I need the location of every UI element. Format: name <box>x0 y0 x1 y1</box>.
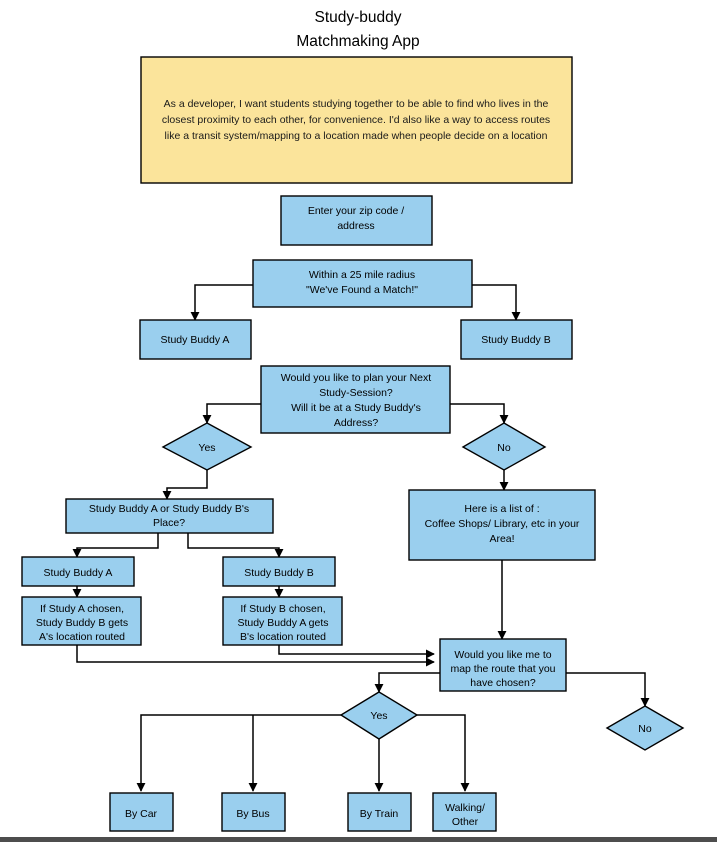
footer-divider <box>0 837 717 842</box>
user-story-note: As a developer, I want students studying… <box>140 56 573 184</box>
node-yes-plan-label: Yes <box>198 442 215 454</box>
node-no-route-label: No <box>638 723 652 735</box>
node-yes-route-label: Yes <box>370 710 387 722</box>
connector-if-b-to-map-route <box>278 645 435 659</box>
connector-yes-route-to-by-car <box>136 714 341 792</box>
connector-plan-to-no <box>450 403 509 424</box>
node-if-study-a-chosen-line-3: A's location routed <box>39 631 125 643</box>
connector-radius-to-buddy-a <box>190 284 253 321</box>
node-if-study-b-chosen[interactable]: If Study B chosen, Study Buddy A gets B'… <box>222 596 343 646</box>
node-list-of-places-line-1: Here is a list of : <box>464 503 539 515</box>
connector-map-route-to-yes <box>374 672 440 693</box>
node-plan-session[interactable]: Would you like to plan your Next Study-S… <box>260 365 451 434</box>
page-title: Study-buddy Matchmaking App <box>296 9 419 50</box>
node-no-plan[interactable]: No <box>461 422 547 471</box>
node-walking-other-line-1: Walking/ <box>445 802 485 814</box>
flowchart-canvas: Study-buddy Matchmaking App As a develop… <box>0 9 717 842</box>
node-plan-session-line-4: Address? <box>334 417 379 429</box>
node-no-plan-label: No <box>497 442 511 454</box>
node-walking-other-line-2: Other <box>452 816 479 828</box>
node-if-study-b-chosen-line-1: If Study B chosen, <box>240 603 325 615</box>
node-no-route[interactable]: No <box>605 705 685 751</box>
node-yes-route[interactable]: Yes <box>339 691 419 740</box>
node-plan-session-line-1: Would you like to plan your Next <box>281 372 431 384</box>
title-line-1: Study-buddy <box>314 9 401 26</box>
node-list-of-places-line-3: Area! <box>489 533 514 545</box>
node-map-route[interactable]: Would you like me to map the route that … <box>439 638 567 692</box>
node-if-study-a-chosen-line-2: Study Buddy B gets <box>36 617 128 629</box>
node-by-car[interactable]: By Car <box>109 792 174 832</box>
connector-plan-to-yes <box>202 403 261 424</box>
node-by-bus[interactable]: By Bus <box>221 792 286 832</box>
node-study-buddy-b-top[interactable]: Study Buddy B <box>460 319 573 360</box>
node-place-choice[interactable]: Study Buddy A or Study Buddy B's Place? <box>65 498 274 534</box>
node-if-study-a-chosen-line-1: If Study A chosen, <box>40 603 124 615</box>
user-story-line-1: As a developer, I want students studying… <box>164 98 549 110</box>
connector-place-to-buddy-a <box>72 533 159 558</box>
node-plan-session-line-3: Will it be at a Study Buddy's <box>291 402 421 414</box>
node-yes-plan[interactable]: Yes <box>161 422 253 471</box>
node-list-of-places[interactable]: Here is a list of : Coffee Shops/ Librar… <box>408 489 596 561</box>
node-radius-match-line-1: Within a 25 mile radius <box>309 269 415 281</box>
title-line-2: Matchmaking App <box>296 33 419 50</box>
connector-yes-to-place-choice <box>162 470 208 500</box>
node-study-buddy-a-top[interactable]: Study Buddy A <box>139 319 252 360</box>
node-by-train-label: By Train <box>360 808 399 820</box>
node-place-choice-line-2: Place? <box>153 517 185 529</box>
node-study-buddy-a-mid-label: Study Buddy A <box>44 567 113 579</box>
node-list-of-places-line-2: Coffee Shops/ Library, etc in your <box>425 518 580 530</box>
node-study-buddy-b-mid-label: Study Buddy B <box>244 567 313 579</box>
node-zip-code-line-2: address <box>337 220 374 232</box>
connector-place-to-buddy-b <box>187 533 284 558</box>
node-map-route-line-1: Would you like me to <box>454 649 551 661</box>
node-by-bus-label: By Bus <box>236 808 269 820</box>
node-if-study-b-chosen-line-3: B's location routed <box>240 631 326 643</box>
connector-map-route-to-no <box>566 672 650 707</box>
node-place-choice-line-1: Study Buddy A or Study Buddy B's <box>89 503 249 515</box>
user-story-line-2: closest proximity to each other, for con… <box>162 114 550 126</box>
node-if-study-a-chosen[interactable]: If Study A chosen, Study Buddy B gets A'… <box>21 596 142 646</box>
node-plan-session-line-2: Study-Session? <box>319 387 393 399</box>
node-zip-code-line-1: Enter your zip code / <box>308 205 404 217</box>
node-by-car-label: By Car <box>125 808 158 820</box>
connector-radius-to-buddy-b <box>472 284 521 321</box>
node-radius-match[interactable]: Within a 25 mile radius "We've Found a M… <box>252 259 473 308</box>
node-radius-match-line-2: "We've Found a Match!" <box>306 284 418 296</box>
connector-yes-route-to-walking-other <box>417 714 470 792</box>
node-study-buddy-b-top-label: Study Buddy B <box>481 334 550 346</box>
node-study-buddy-b-mid[interactable]: Study Buddy B <box>222 556 336 587</box>
node-zip-code[interactable]: Enter your zip code / address <box>280 195 433 246</box>
user-story-line-3: like a transit system/mapping to a locat… <box>165 130 548 142</box>
node-walking-other[interactable]: Walking/ Other <box>432 792 497 832</box>
node-map-route-line-3: have chosen? <box>470 677 536 689</box>
node-study-buddy-a-mid[interactable]: Study Buddy A <box>21 556 135 587</box>
node-map-route-line-2: map the route that you <box>450 663 555 675</box>
node-if-study-b-chosen-line-2: Study Buddy A gets <box>237 617 328 629</box>
node-study-buddy-a-top-label: Study Buddy A <box>161 334 230 346</box>
node-by-train[interactable]: By Train <box>347 792 412 832</box>
